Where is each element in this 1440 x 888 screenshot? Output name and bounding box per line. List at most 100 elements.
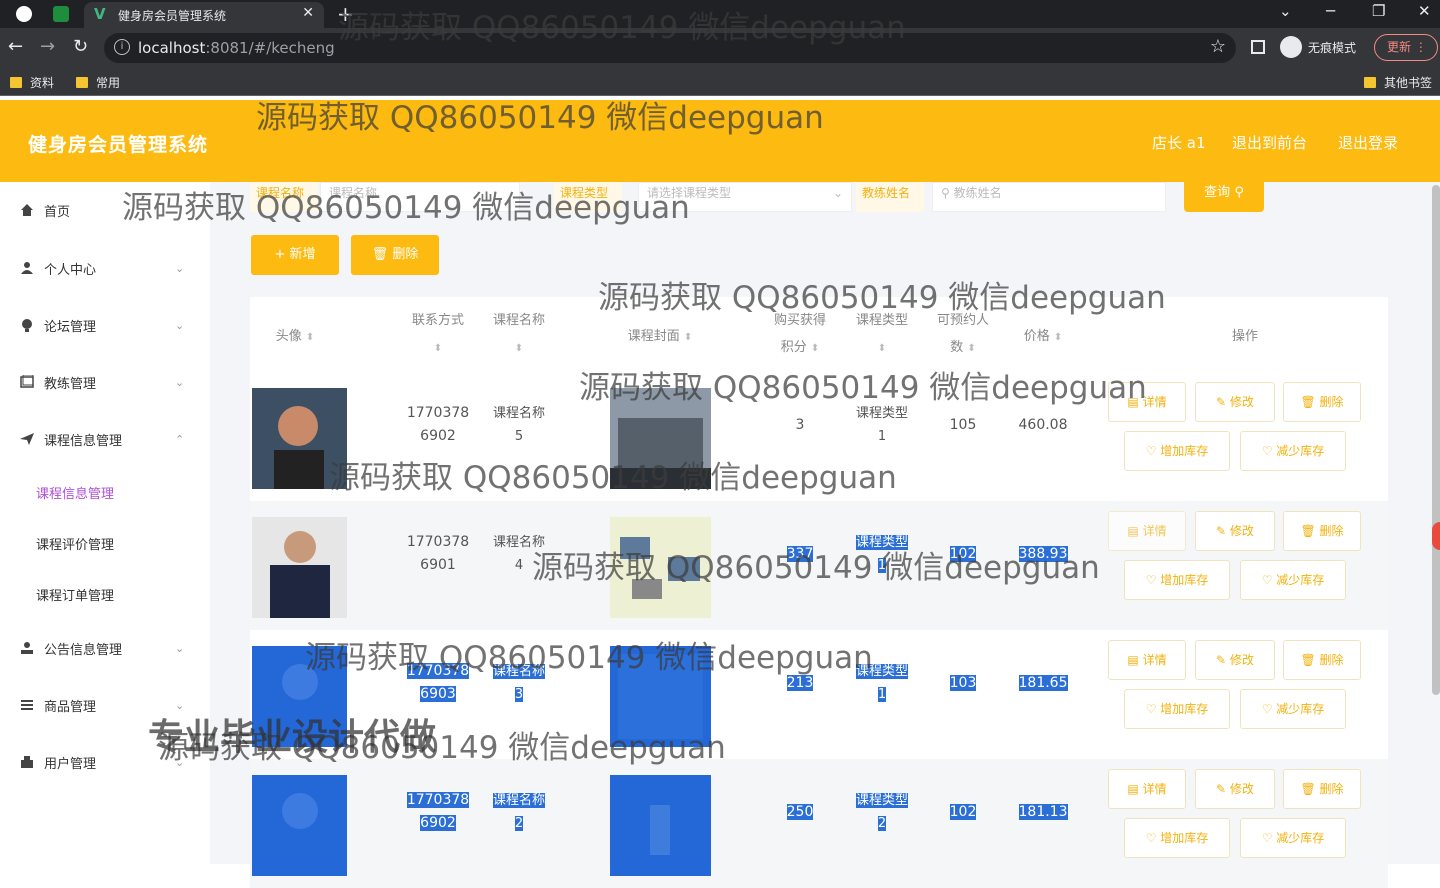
row-delete-button[interactable]: 🗑 删除: [1283, 769, 1361, 809]
sort-icon[interactable]: ⬍: [434, 343, 442, 354]
cell-seats: 102: [930, 801, 996, 824]
chevron-down-icon[interactable]: ⌄: [1279, 2, 1292, 20]
search-coach-placeholder: 教练姓名: [953, 186, 1002, 200]
col-header-avatar[interactable]: 头像 ⬍: [265, 323, 325, 351]
reduce-stock-button[interactable]: ♡ 减少库存: [1240, 689, 1346, 729]
sort-icon[interactable]: ⬍: [1054, 332, 1062, 343]
op-label: 修改: [1229, 782, 1254, 796]
edit-button[interactable]: ✎ 修改: [1195, 382, 1275, 422]
col-header-price[interactable]: 价格 ⬍: [1010, 323, 1076, 351]
table-row[interactable]: 1770378 6903 课程名称 3 213 课程类型 1 103 181.65 ▤…: [250, 630, 1388, 759]
star-icon[interactable]: ☆: [1210, 36, 1226, 57]
col-header-label: 头像: [275, 329, 302, 344]
cell-text: 1: [877, 558, 887, 573]
close-icon[interactable]: ✕: [302, 5, 314, 21]
col-header-course-name[interactable]: 课程名称 ⬍: [486, 307, 552, 362]
sidebar-item-label: 论坛管理: [44, 319, 97, 335]
cell-text: 388.93: [1018, 546, 1068, 562]
sheets-icon[interactable]: [53, 6, 69, 22]
cell-text: 337: [786, 546, 814, 562]
edit-button[interactable]: ✎ 修改: [1195, 511, 1275, 551]
update-button[interactable]: 更新 ⋮: [1374, 34, 1438, 61]
github-icon[interactable]: [16, 6, 32, 22]
table-row[interactable]: 1770378 6901 课程名称 4 337 课程类型 1 102 388.93 ▤…: [250, 501, 1388, 630]
sidebar-item-coach[interactable]: 教练管理 ⌄: [0, 357, 210, 407]
col-header-cover[interactable]: 课程封面 ⬍: [610, 323, 710, 351]
add-button[interactable]: + 新增: [251, 235, 339, 275]
edit-button[interactable]: ✎ 修改: [1195, 640, 1275, 680]
query-button[interactable]: 查询 ⚲: [1184, 182, 1264, 212]
window-close-icon[interactable]: ✕: [1418, 2, 1431, 20]
restore-icon[interactable]: ❐: [1372, 2, 1385, 20]
sort-icon[interactable]: ⬍: [967, 343, 975, 354]
new-tab-icon[interactable]: +: [337, 2, 354, 26]
bookmark-folder-other[interactable]: 其他书签: [1364, 74, 1432, 91]
reduce-stock-button[interactable]: ♡ 减少库存: [1240, 560, 1346, 600]
sidebar-item-course[interactable]: 课程信息管理 ⌃: [0, 414, 210, 464]
vue-icon: V: [94, 5, 106, 23]
reload-icon[interactable]: ↻: [73, 36, 88, 57]
add-stock-button[interactable]: ♡ 增加库存: [1124, 818, 1230, 858]
delete-button[interactable]: 🗑 删除: [351, 235, 439, 275]
sidebar-subitem-course-info[interactable]: 课程信息管理: [36, 483, 114, 502]
row-delete-button[interactable]: 🗑 删除: [1283, 640, 1361, 680]
detail-button[interactable]: ▤ 详情: [1108, 769, 1186, 809]
sidebar-item-goods[interactable]: 商品管理 ⌄: [0, 680, 210, 730]
cell-text: 1770378: [406, 405, 470, 421]
back-icon[interactable]: ←: [8, 36, 23, 57]
add-stock-button[interactable]: ♡ 增加库存: [1124, 689, 1230, 729]
reduce-stock-button[interactable]: ♡ 减少库存: [1240, 431, 1346, 471]
table-row[interactable]: 1770378 6902 课程名称 2 250 课程类型 2 102 181.13 ▤…: [250, 759, 1388, 888]
incognito-indicator[interactable]: 无痕模式: [1280, 36, 1356, 58]
side-panel-icon[interactable]: [1251, 40, 1265, 54]
row-delete-button[interactable]: 🗑 删除: [1283, 382, 1361, 422]
op-label: 增加库存: [1160, 831, 1209, 845]
col-header-contact[interactable]: 联系方式 ⬍: [405, 307, 471, 362]
sort-icon[interactable]: ⬍: [811, 343, 819, 354]
sort-icon[interactable]: ⬍: [684, 332, 692, 343]
back-to-front-link[interactable]: 退出到前台: [1232, 132, 1307, 153]
bookmark-folder-ziliao[interactable]: 资料: [10, 74, 54, 91]
sort-icon[interactable]: ⬍: [306, 332, 314, 343]
bookmarks-bar: 资料 常用 其他书签: [0, 68, 1440, 96]
sort-icon[interactable]: ⬍: [515, 343, 523, 354]
col-header-type[interactable]: 课程类型 ⬍: [850, 307, 914, 362]
sidebar-item-forum[interactable]: 论坛管理 ⌄: [0, 300, 210, 350]
logout-link[interactable]: 退出登录: [1338, 132, 1398, 153]
col-header-points[interactable]: 购买获得 积分 ⬍: [765, 307, 835, 362]
add-stock-button[interactable]: ♡ 增加库存: [1124, 560, 1230, 600]
sidebar-item-users[interactable]: 用户管理 ⌄: [0, 737, 210, 787]
sidebar-item-home[interactable]: 首页: [0, 185, 210, 235]
detail-button[interactable]: ▤ 详情: [1108, 640, 1186, 680]
add-stock-button[interactable]: ♡ 增加库存: [1124, 431, 1230, 471]
bookmark-folder-changyong[interactable]: 常用: [76, 74, 120, 91]
sidebar-item-notice[interactable]: 公告信息管理 ⌄: [0, 623, 210, 673]
forward-icon[interactable]: →: [40, 36, 55, 57]
sidebar-item-profile[interactable]: 个人中心 ⌄: [0, 243, 210, 293]
col-header-seats[interactable]: 可预约人数 ⬍: [930, 307, 996, 362]
browser-tab-active[interactable]: V 健身房会员管理系统 ✕: [84, 2, 324, 28]
search-coach-input[interactable]: ⚲ 教练姓名: [932, 182, 1166, 212]
url-field[interactable]: i localhost:8081/#/kecheng ☆: [104, 33, 1236, 63]
cell-points: 3: [795, 417, 805, 433]
cell-text: 课程名称: [492, 406, 545, 421]
search-type-select[interactable]: 请选择课程类型 ⌄: [638, 182, 852, 212]
minimize-icon[interactable]: ─: [1326, 2, 1335, 20]
cell-text: 课程名称: [492, 793, 545, 808]
row-delete-button[interactable]: 🗑 删除: [1283, 511, 1361, 551]
page-scrollbar[interactable]: [1432, 185, 1440, 695]
cell-points: 250: [765, 801, 835, 824]
reduce-stock-button[interactable]: ♡ 减少库存: [1240, 818, 1346, 858]
cell-text: 181.65: [1018, 675, 1068, 691]
tab-title: 健身房会员管理系统: [118, 9, 227, 23]
table-row[interactable]: 1770378 6902 课程名称 5 3 课程类型 1 105 460.08 ▤ 详…: [250, 372, 1388, 501]
detail-button[interactable]: ▤ 详情: [1108, 511, 1186, 551]
detail-button[interactable]: ▤ 详情: [1108, 382, 1186, 422]
search-name-input[interactable]: 课程名称: [320, 182, 520, 212]
sidebar-subitem-course-order[interactable]: 课程订单管理: [36, 585, 114, 604]
edit-button[interactable]: ✎ 修改: [1195, 769, 1275, 809]
info-icon[interactable]: i: [114, 39, 130, 55]
floating-tab[interactable]: [1432, 522, 1440, 550]
sort-icon[interactable]: ⬍: [878, 343, 886, 354]
sidebar-subitem-course-review[interactable]: 课程评价管理: [36, 534, 114, 553]
